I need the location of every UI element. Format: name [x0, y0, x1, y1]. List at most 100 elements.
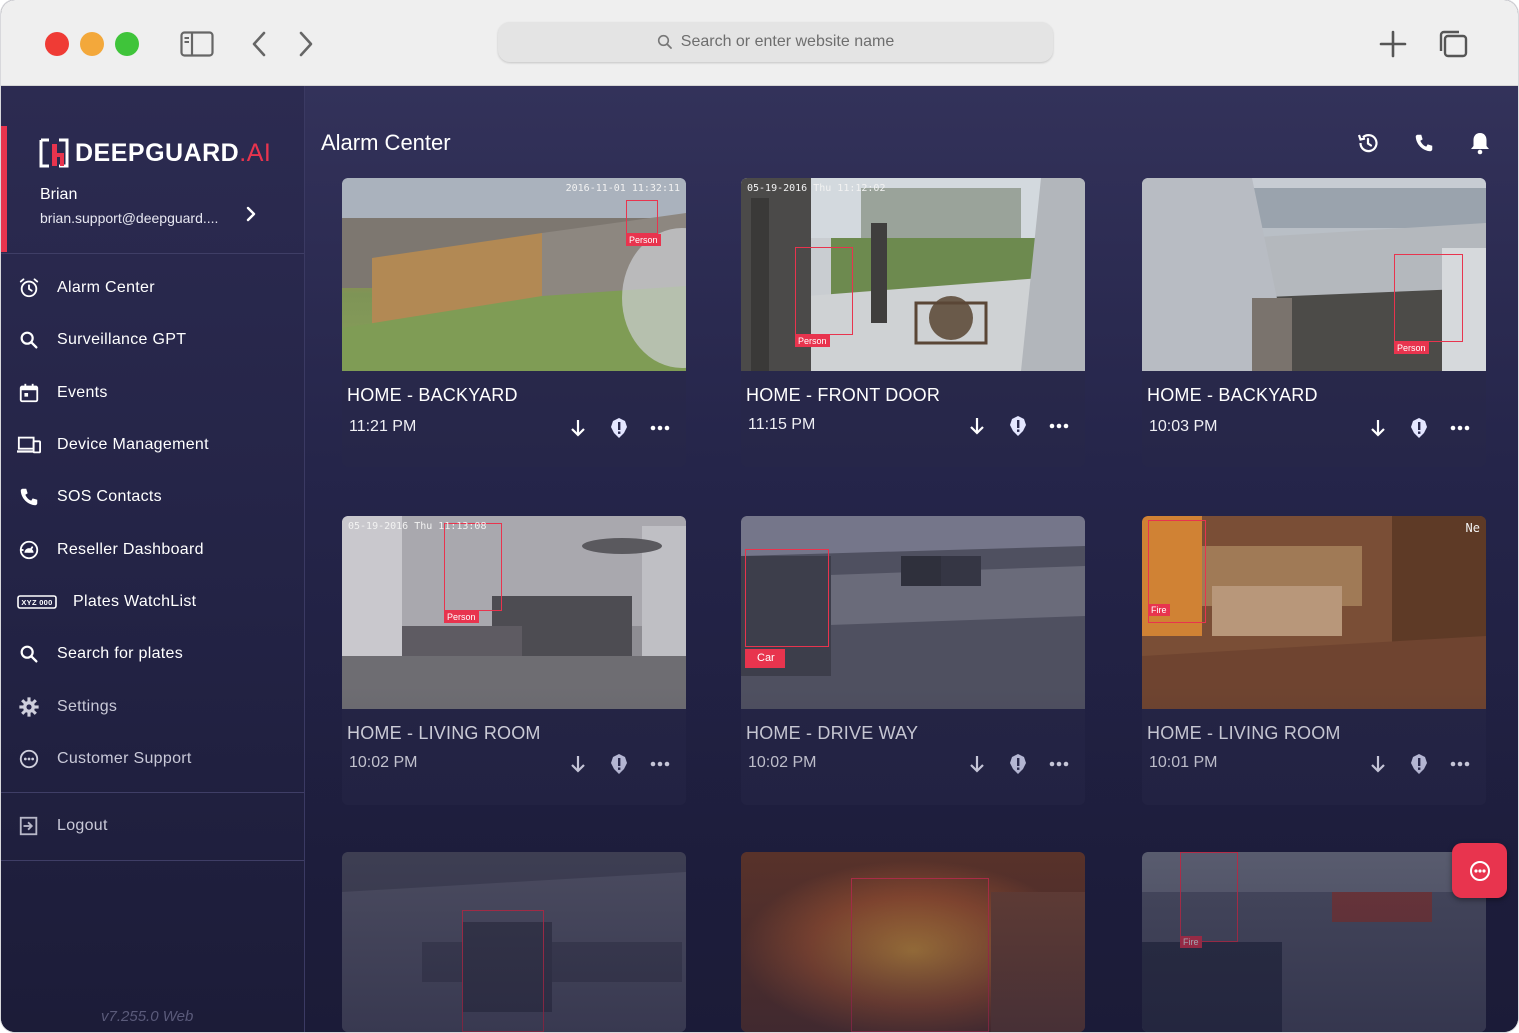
- alarm-card[interactable]: Person 2016-11-01 11:32:11 HOME - BACKYA…: [342, 178, 686, 467]
- alarm-time: 10:02 PM: [349, 754, 418, 771]
- sidebar-item-reseller-dashboard[interactable]: Reseller Dashboard: [1, 523, 304, 575]
- phone-icon: [17, 485, 41, 509]
- detection-label: Person: [1394, 342, 1429, 354]
- brand-header: DEEPGUARD.AI Brian brian.support@deepgua…: [1, 126, 304, 252]
- support-icon: [17, 747, 41, 771]
- card-actions: [1366, 416, 1472, 440]
- history-icon[interactable]: [1355, 130, 1381, 156]
- card-actions: [566, 752, 672, 776]
- download-icon[interactable]: [566, 752, 590, 776]
- sidebar-item-label: SOS Contacts: [57, 488, 162, 506]
- back-icon[interactable]: [241, 26, 277, 62]
- brand-name: DEEPGUARD.AI: [75, 139, 271, 168]
- camera-thumbnail[interactable]: Car: [741, 516, 1085, 709]
- chevron-right-icon[interactable]: [241, 204, 261, 224]
- logout-button[interactable]: Logout: [1, 800, 304, 852]
- card-actions: [965, 414, 1071, 438]
- alert-badge-icon[interactable]: [607, 416, 631, 440]
- detection-box: [1394, 254, 1463, 342]
- brand-name-suffix: .AI: [239, 138, 272, 167]
- sidebar-item-customer-support[interactable]: Customer Support: [1, 733, 304, 785]
- camera-thumbnail[interactable]: Fire: [1142, 852, 1486, 1032]
- more-options-icon[interactable]: [1448, 752, 1472, 776]
- download-icon[interactable]: [566, 416, 590, 440]
- browser-window: Search or enter website name DEEPGUARD.A…: [1, 0, 1518, 1032]
- app-area: DEEPGUARD.AI Brian brian.support@deepgua…: [1, 86, 1518, 1032]
- download-icon[interactable]: [1366, 752, 1390, 776]
- notification-bell-icon[interactable]: [1467, 130, 1493, 156]
- more-options-icon[interactable]: [648, 752, 672, 776]
- maximize-window-button[interactable]: [115, 32, 139, 56]
- alarm-card[interactable]: Fire Ne HOME - LIVING ROOM 10:01 PM: [1142, 516, 1486, 805]
- sidebar-item-plates-watchlist[interactable]: XYZ 000 Plates WatchList: [1, 576, 304, 628]
- card-actions: [566, 416, 672, 440]
- tabs-overview-icon[interactable]: [1435, 26, 1471, 62]
- gear-icon: [17, 695, 41, 719]
- alert-badge-icon[interactable]: [1006, 752, 1030, 776]
- alarm-card[interactable]: Car HOME - DRIVE WAY 10:02 PM: [741, 516, 1085, 805]
- brand-name-main: DEEPGUARD: [75, 138, 240, 167]
- download-icon[interactable]: [965, 414, 989, 438]
- minimize-window-button[interactable]: [80, 32, 104, 56]
- sidebar-item-alarm-center[interactable]: Alarm Center: [1, 262, 304, 314]
- user-email: brian.support@deepguard....: [40, 210, 219, 226]
- camera-name: HOME - DRIVE WAY: [746, 723, 919, 743]
- alarm-card[interactable]: [741, 852, 1085, 1032]
- more-options-icon[interactable]: [648, 416, 672, 440]
- sidebar-item-events[interactable]: Events: [1, 367, 304, 419]
- sidebar-item-device-management[interactable]: Device Management: [1, 419, 304, 471]
- browser-toolbar: Search or enter website name: [1, 0, 1518, 86]
- camera-thumbnail[interactable]: [342, 852, 686, 1032]
- camera-thumbnail[interactable]: Fire Ne: [1142, 516, 1486, 709]
- detection-box: [795, 247, 853, 335]
- more-options-icon[interactable]: [1448, 416, 1472, 440]
- download-icon[interactable]: [1366, 416, 1390, 440]
- camera-thumbnail[interactable]: [741, 852, 1085, 1032]
- page-title: Alarm Center: [321, 130, 451, 155]
- detection-label: Car: [745, 649, 785, 668]
- download-icon[interactable]: [965, 752, 989, 776]
- sidebar-divider: [1, 860, 304, 861]
- camera-thumbnail[interactable]: Person 05-19-2016 Thu 11:13:08: [342, 516, 686, 709]
- sidebar-divider: [1, 792, 304, 793]
- detection-box: [462, 910, 544, 1032]
- alarm-card[interactable]: Person HOME - BACKYARD 10:03 PM: [1142, 178, 1486, 467]
- sidebar-item-settings[interactable]: Settings: [1, 680, 304, 732]
- address-bar[interactable]: Search or enter website name: [498, 22, 1053, 62]
- front-door-scene: [741, 178, 1085, 371]
- alarm-card[interactable]: Person 05-19-2016 Thu 11:13:08 HOME - LI…: [342, 516, 686, 805]
- alarm-card[interactable]: [342, 852, 686, 1032]
- alert-badge-icon[interactable]: [1407, 416, 1431, 440]
- close-window-button[interactable]: [45, 32, 69, 56]
- chat-support-button[interactable]: [1452, 843, 1507, 898]
- sidebar-item-search-for-plates[interactable]: Search for plates: [1, 628, 304, 680]
- alert-badge-icon[interactable]: [607, 752, 631, 776]
- detection-box: [1180, 852, 1238, 942]
- detection-label: Fire: [1148, 604, 1170, 616]
- sidebar-item-sos-contacts[interactable]: SOS Contacts: [1, 471, 304, 523]
- sidebar-item-label: Reseller Dashboard: [57, 540, 204, 558]
- camera-thumbnail[interactable]: Person 2016-11-01 11:32:11: [342, 178, 686, 371]
- alarm-card[interactable]: Person 05-19-2016 Thu 11:12:02 HOME - FR…: [741, 178, 1085, 467]
- more-options-icon[interactable]: [1047, 752, 1071, 776]
- camera-name: HOME - LIVING ROOM: [1147, 723, 1341, 743]
- alert-badge-icon[interactable]: [1407, 752, 1431, 776]
- more-options-icon[interactable]: [1047, 414, 1071, 438]
- detection-box: [745, 549, 829, 647]
- search-icon: [17, 328, 41, 352]
- alarm-card[interactable]: Fire: [1142, 852, 1486, 1032]
- sidebar-toggle-icon[interactable]: [179, 26, 215, 62]
- camera-name: HOME - BACKYARD: [1147, 385, 1318, 405]
- camera-thumbnail[interactable]: Person 05-19-2016 Thu 11:12:02: [741, 178, 1085, 371]
- sidebar-nav: Alarm Center Surveillance GPT Events Dev…: [1, 262, 304, 785]
- alert-badge-icon[interactable]: [1006, 414, 1030, 438]
- camera-timestamp: 05-19-2016 Thu 11:12:02: [747, 183, 886, 194]
- phone-icon[interactable]: [1411, 130, 1437, 156]
- deepguard-logo: DEEPGUARD.AI: [39, 138, 271, 168]
- detection-box: [626, 200, 658, 234]
- sidebar-item-surveillance-gpt[interactable]: Surveillance GPT: [1, 314, 304, 366]
- sidebar-item-label: Search for plates: [57, 645, 184, 663]
- forward-icon[interactable]: [288, 26, 324, 62]
- camera-thumbnail[interactable]: Person: [1142, 178, 1486, 371]
- new-tab-icon[interactable]: [1375, 26, 1411, 62]
